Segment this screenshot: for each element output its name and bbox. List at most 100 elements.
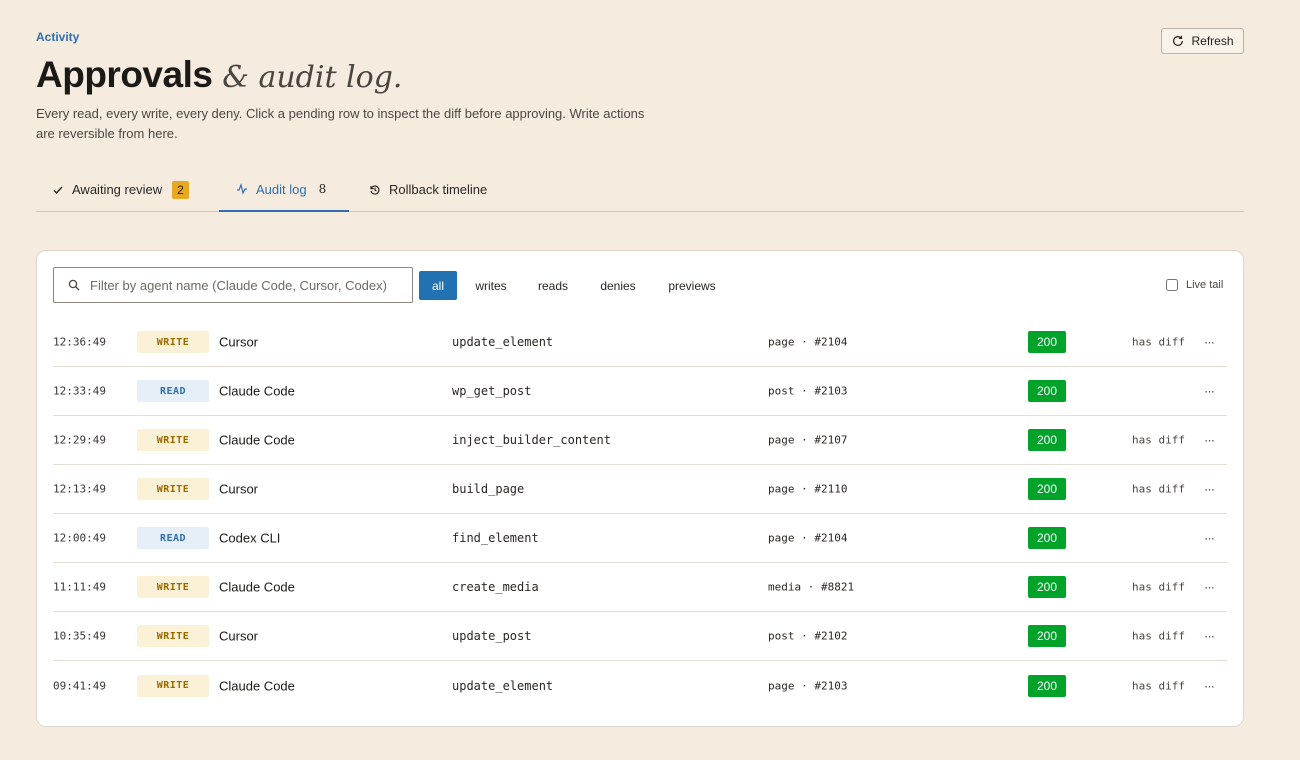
- tab-audit-log-label: Audit log: [256, 181, 307, 197]
- tab-rollback-timeline[interactable]: Rollback timeline: [369, 168, 487, 211]
- row-tool: build_page: [452, 482, 525, 496]
- row-time: 10:35:49: [53, 629, 106, 643]
- row-target: post · #2102: [768, 629, 848, 643]
- tab-bar: Awaiting review 2 Audit log 8 Rollback t…: [36, 168, 1244, 212]
- row-diff-indicator[interactable]: has diff: [1132, 630, 1185, 643]
- row-agent: Claude Code: [219, 579, 295, 595]
- live-tail-checkbox[interactable]: [1166, 279, 1178, 291]
- history-icon: [370, 184, 380, 195]
- row-status-badge: 200: [1028, 380, 1066, 402]
- row-more-menu-icon[interactable]: ···: [1202, 580, 1216, 595]
- row-more-menu-icon[interactable]: ···: [1202, 531, 1216, 546]
- row-target: page · #2107: [768, 433, 848, 447]
- audit-log-panel: all writes reads denies previews Live ta…: [36, 250, 1244, 727]
- row-tool: update_element: [452, 335, 554, 349]
- search-input[interactable]: [90, 277, 400, 293]
- page-subtitle: Every read, every write, every deny. Cli…: [36, 106, 645, 141]
- row-status-badge: 200: [1028, 478, 1066, 500]
- row-kind-badge: WRITE: [137, 576, 209, 598]
- row-more-menu-icon[interactable]: ···: [1202, 482, 1216, 497]
- row-time: 12:29:49: [53, 433, 106, 447]
- log-rows: 12:36:49 WRITE Cursor update_element page · …: [53, 318, 1227, 710]
- table-row[interactable]: 11:11:49 WRITE Claude Code create_media medi…: [53, 563, 1227, 612]
- table-row[interactable]: 12:00:49 READ Codex CLI find_element page · …: [53, 514, 1227, 563]
- tab-awaiting-review-label: Awaiting review: [72, 182, 163, 197]
- row-kind-badge: WRITE: [137, 625, 209, 647]
- row-tool: update_post: [452, 629, 532, 643]
- table-row[interactable]: 09:41:49 WRITE Claude Code update_element pa…: [53, 661, 1227, 710]
- row-agent: Cursor: [219, 628, 259, 644]
- row-agent: Claude Code: [219, 383, 295, 399]
- row-target: page · #2110: [768, 482, 848, 496]
- row-target: page · #2104: [768, 335, 848, 349]
- row-time: 12:33:49: [53, 384, 106, 398]
- filter-previews[interactable]: previews: [659, 271, 725, 300]
- tab-audit-log[interactable]: Audit log 8: [219, 168, 349, 212]
- row-time: 12:00:49: [53, 531, 106, 545]
- row-more-menu-icon[interactable]: ···: [1202, 335, 1216, 350]
- row-diff-indicator[interactable]: has diff: [1132, 336, 1185, 349]
- row-diff-indicator[interactable]: has diff: [1132, 434, 1185, 447]
- eyebrow-label: Activity: [36, 30, 80, 44]
- refresh-icon: [1173, 35, 1184, 46]
- refresh-label: Refresh: [1191, 34, 1234, 48]
- table-row[interactable]: 12:29:49 WRITE Claude Code inject_builder_c…: [53, 416, 1227, 465]
- table-row[interactable]: 10:35:49 WRITE Cursor update_post post · #21…: [53, 612, 1227, 661]
- row-target: page · #2104: [768, 531, 848, 545]
- row-target: post · #2103: [768, 384, 848, 398]
- row-agent: Cursor: [219, 481, 259, 497]
- row-diff-indicator[interactable]: has diff: [1132, 581, 1185, 594]
- search-field[interactable]: [53, 267, 413, 303]
- row-status-badge: 200: [1028, 576, 1066, 598]
- row-status-badge: 200: [1028, 674, 1066, 697]
- row-more-menu-icon[interactable]: ···: [1202, 678, 1216, 693]
- live-tail-label: Live tail: [1186, 279, 1224, 291]
- table-row[interactable]: 12:13:49 WRITE Cursor build_page page · #211…: [53, 465, 1227, 514]
- filter-writes[interactable]: writes: [465, 271, 517, 300]
- row-time: 12:13:49: [53, 482, 106, 496]
- row-kind-badge: WRITE: [137, 429, 209, 451]
- row-diff-indicator[interactable]: has diff: [1132, 679, 1185, 692]
- row-more-menu-icon[interactable]: ···: [1202, 433, 1216, 448]
- row-agent: Codex CLI: [219, 530, 281, 546]
- page-title-italic: & audit log.: [222, 60, 403, 95]
- search-icon: [68, 279, 80, 291]
- row-kind-badge: WRITE: [137, 478, 209, 500]
- row-target: page · #2103: [768, 679, 848, 692]
- filter-denies[interactable]: denies: [590, 271, 646, 300]
- page-title-main: Approvals: [36, 54, 213, 95]
- row-time: 12:36:49: [53, 335, 106, 349]
- row-agent: Claude Code: [219, 432, 295, 448]
- row-kind-badge: READ: [137, 527, 209, 549]
- row-more-menu-icon[interactable]: ···: [1202, 629, 1216, 644]
- table-row[interactable]: 12:33:49 READ Claude Code wp_get_post post ·…: [53, 367, 1227, 416]
- row-agent: Cursor: [219, 334, 259, 350]
- row-status-badge: 200: [1028, 331, 1066, 353]
- row-time: 11:11:49: [53, 580, 106, 594]
- row-agent: Claude Code: [219, 678, 295, 693]
- refresh-button[interactable]: Refresh: [1161, 28, 1244, 54]
- row-diff-indicator[interactable]: has diff: [1132, 483, 1185, 496]
- pending-count-badge: 2: [172, 180, 189, 199]
- table-row[interactable]: 12:36:49 WRITE Cursor update_element page · …: [53, 318, 1227, 367]
- activity-icon: [237, 183, 247, 195]
- check-icon: [53, 186, 63, 194]
- row-status-badge: 200: [1028, 429, 1066, 451]
- page-title: Approvals & audit log.: [36, 54, 402, 96]
- tab-awaiting-review[interactable]: Awaiting review 2: [52, 168, 189, 211]
- audit-log-count: 8: [318, 182, 327, 196]
- row-kind-badge: WRITE: [137, 674, 209, 697]
- filter-all[interactable]: all: [419, 271, 457, 300]
- row-target: media · #8821: [768, 580, 855, 594]
- row-tool: update_element: [452, 678, 554, 693]
- row-tool: wp_get_post: [452, 384, 532, 398]
- row-status-badge: 200: [1028, 625, 1066, 647]
- row-kind-badge: WRITE: [137, 331, 209, 353]
- row-time: 09:41:49: [53, 679, 106, 692]
- row-tool: create_media: [452, 580, 539, 594]
- row-status-badge: 200: [1028, 527, 1066, 549]
- row-tool: inject_builder_content: [452, 433, 611, 447]
- live-tail-toggle[interactable]: Live tail: [1166, 279, 1223, 291]
- filter-reads[interactable]: reads: [527, 271, 579, 300]
- row-more-menu-icon[interactable]: ···: [1202, 384, 1216, 399]
